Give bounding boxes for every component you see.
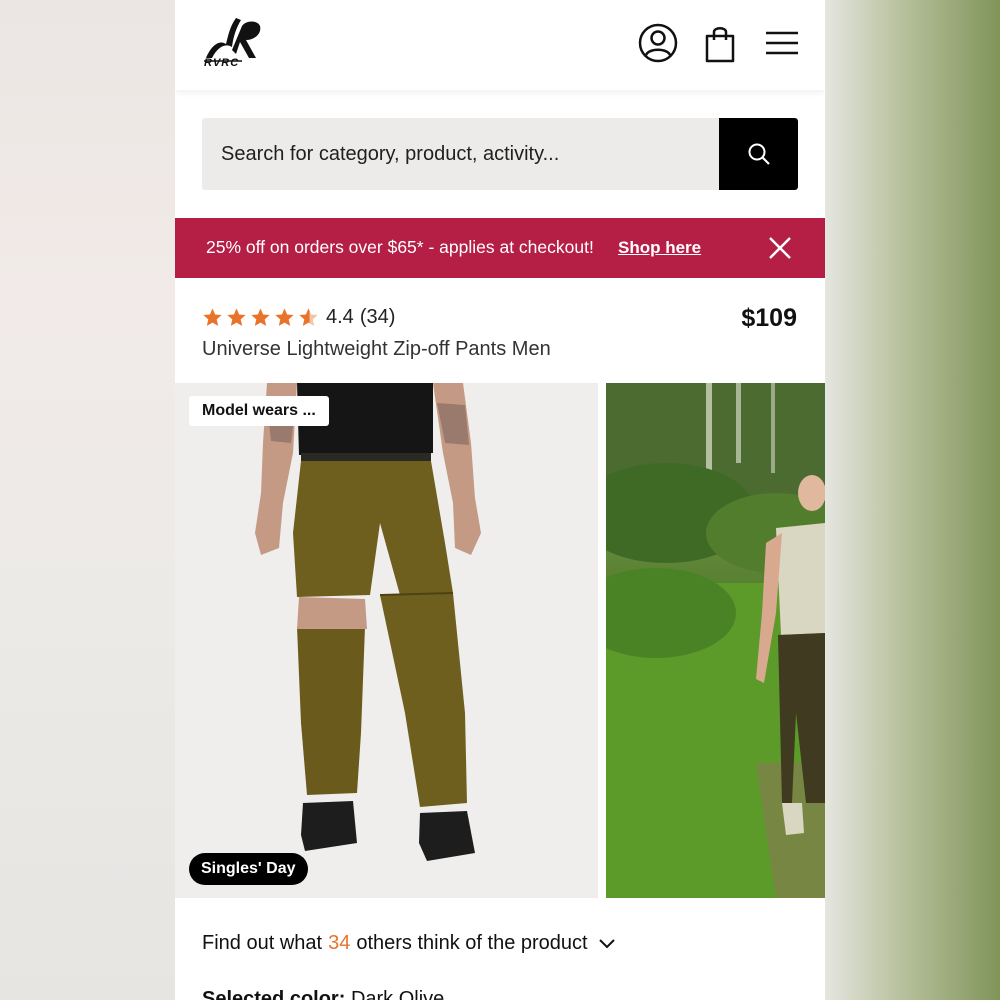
hamburger-menu-icon[interactable]	[761, 22, 803, 64]
shopping-bag-icon[interactable]	[699, 22, 741, 64]
product-image-lifestyle[interactable]	[606, 383, 825, 898]
star-icon	[227, 308, 246, 326]
forest-model-illustration	[606, 383, 825, 898]
product-rating[interactable]: 4.4 (34)	[202, 306, 395, 329]
chevron-down-icon	[598, 938, 615, 948]
star-icon	[203, 308, 222, 326]
account-icon[interactable]	[637, 22, 679, 64]
product-gallery[interactable]: Model wears ... Singles' Day	[175, 383, 825, 898]
product-price: $109	[741, 304, 797, 332]
product-name: Universe Lightweight Zip-off Pants Men	[202, 338, 551, 360]
pants-model-illustration	[255, 383, 481, 861]
reviews-count: 34	[328, 932, 351, 954]
search-bar	[202, 118, 798, 190]
site-header: RVRC	[175, 0, 825, 90]
product-image-main[interactable]: Model wears ... Singles' Day	[175, 383, 598, 898]
rating-count: (34)	[359, 306, 396, 328]
singles-day-badge: Singles' Day	[189, 853, 308, 885]
promo-text: 25% off on orders over $65* - applies at…	[206, 237, 594, 257]
search-button[interactable]	[719, 118, 798, 190]
mobile-page: RVRC 25% off on orders over $65* - appli…	[175, 0, 825, 1000]
reviews-toggle[interactable]: Find out what 34 others think of the pro…	[202, 932, 616, 955]
close-icon[interactable]	[767, 235, 793, 261]
logo-text: RVRC	[204, 57, 240, 69]
search-input[interactable]	[202, 118, 718, 190]
background-right	[825, 0, 1000, 1000]
model-wears-tag[interactable]: Model wears ...	[189, 396, 329, 426]
reviews-prefix: Find out what	[202, 932, 323, 954]
selected-color-label: Selected color:	[202, 988, 346, 1000]
rating-value: 4.4	[326, 306, 354, 328]
search-icon	[748, 143, 770, 165]
promo-banner: 25% off on orders over $65* - applies at…	[175, 218, 825, 278]
shop-here-link[interactable]: Shop here	[618, 238, 701, 258]
rating-stars	[202, 307, 319, 328]
reviews-suffix: others think of the product	[356, 932, 588, 954]
background-left	[0, 0, 175, 1000]
star-icon	[275, 308, 294, 326]
half-star-icon	[299, 308, 318, 326]
selected-color: Selected color: Dark Olive	[202, 988, 444, 1000]
selected-color-value: Dark Olive	[350, 988, 445, 1000]
star-icon	[251, 308, 270, 326]
